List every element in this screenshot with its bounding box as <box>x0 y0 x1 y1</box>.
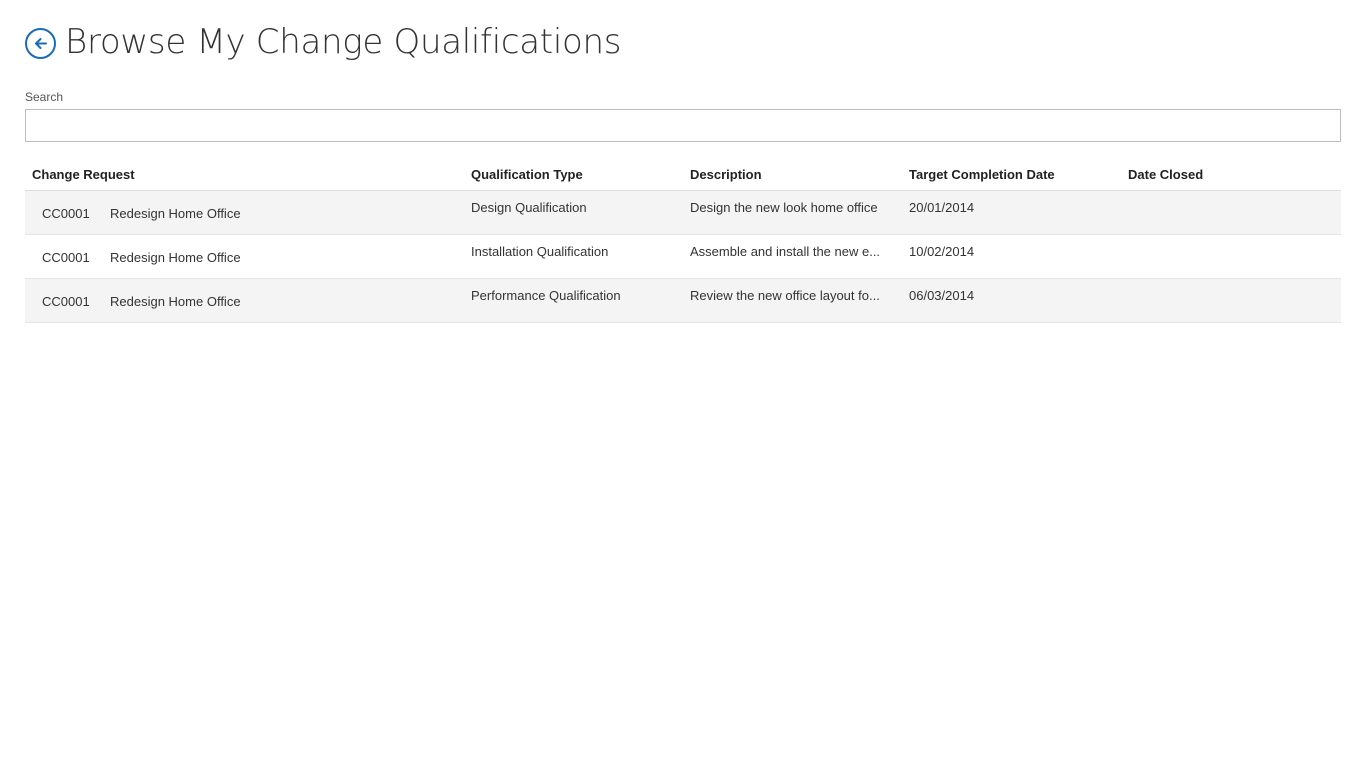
table-header: Change Request Qualification Type Descri… <box>25 160 1341 191</box>
page: Browse My Change Qualifications Search C… <box>0 0 1366 768</box>
page-header: Browse My Change Qualifications <box>25 20 621 64</box>
search-input[interactable] <box>25 109 1341 142</box>
back-button[interactable] <box>25 27 56 59</box>
target-completion-date: 10/02/2014 <box>909 244 975 259</box>
table-row[interactable]: CC0001 Redesign Home Office Design Quali… <box>25 191 1341 235</box>
column-header-target-completion-date[interactable]: Target Completion Date <box>909 167 1055 182</box>
change-request-name: Redesign Home Office <box>110 250 241 265</box>
column-header-change-request[interactable]: Change Request <box>32 167 135 182</box>
qualifications-table: Change Request Qualification Type Descri… <box>25 160 1341 323</box>
search-label: Search <box>25 90 64 104</box>
change-request-name: Redesign Home Office <box>110 294 241 309</box>
back-arrow-icon <box>35 37 47 49</box>
change-request-name: Redesign Home Office <box>110 206 241 221</box>
change-request-id: CC0001 <box>42 294 90 309</box>
column-header-description[interactable]: Description <box>690 167 762 182</box>
target-completion-date: 06/03/2014 <box>909 288 975 303</box>
change-request-id: CC0001 <box>42 206 90 221</box>
table-row[interactable]: CC0001 Redesign Home Office Performance … <box>25 279 1341 323</box>
column-header-date-closed[interactable]: Date Closed <box>1128 167 1203 182</box>
target-completion-date: 20/01/2014 <box>909 200 975 215</box>
qualification-type: Design Qualification <box>471 200 587 215</box>
description: Review the new office layout fo... <box>690 288 880 303</box>
description: Assemble and install the new e... <box>690 244 881 259</box>
qualification-type: Performance Qualification <box>471 288 621 303</box>
description: Design the new look home office <box>690 200 878 215</box>
change-request-id: CC0001 <box>42 250 90 265</box>
qualification-type: Installation Qualification <box>471 244 609 259</box>
table-row[interactable]: CC0001 Redesign Home Office Installation… <box>25 235 1341 279</box>
page-title: Browse My Change Qualifications <box>65 22 622 62</box>
column-header-qualification-type[interactable]: Qualification Type <box>471 167 583 182</box>
